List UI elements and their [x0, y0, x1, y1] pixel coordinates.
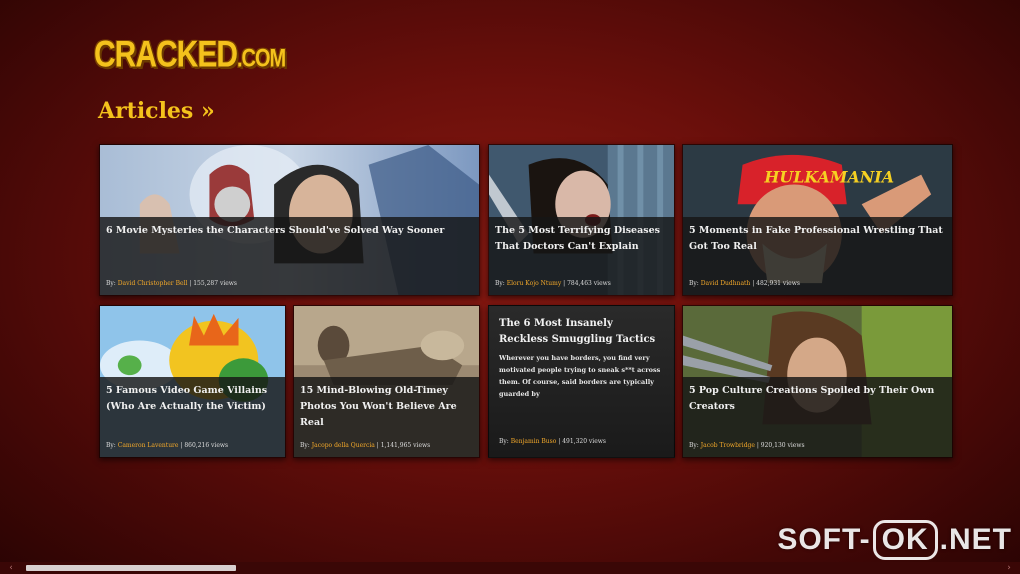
article-byline: By: David Christopher Bell | 155,287 vie… — [106, 280, 238, 287]
author-name: Benjamin Buso — [510, 438, 557, 445]
bandana-text: HULKAMANIA — [763, 168, 894, 187]
author-name: Jacob Trowbridge — [700, 442, 755, 449]
scrollbar-thumb[interactable] — [26, 565, 236, 571]
article-tile-fake-wrestling[interactable]: HULKAMANIA 5 Moments in Fake Professiona… — [682, 144, 953, 296]
article-title: 5 Famous Video Game Villains (Who Are Ac… — [106, 385, 268, 412]
view-count: 920,130 views — [760, 442, 805, 449]
article-title: 5 Pop Culture Creations Spoiled by Their… — [689, 385, 935, 412]
article-byline: By: Jacob Trowbridge | 920,130 views — [689, 442, 805, 449]
byline-prefix: By: — [300, 442, 310, 449]
article-excerpt: Wherever you have borders, you find very… — [499, 354, 661, 398]
view-count: 491,320 views — [562, 438, 606, 445]
view-count: 482,931 views — [756, 280, 800, 287]
article-byline: By: Benjamin Buso | 491,320 views — [499, 438, 606, 445]
view-count: 155,287 views — [193, 280, 238, 287]
author-name: Cameron Laventure — [117, 442, 179, 449]
cracked-logo[interactable]: CRACKED.COM — [94, 34, 286, 77]
byline-prefix: By: — [689, 280, 699, 287]
author-name: David Christopher Bell — [117, 280, 188, 287]
watermark: SOFT- OK .NET — [777, 520, 1012, 560]
watermark-ok: OK — [872, 520, 938, 560]
article-byline: By: Cameron Laventure | 860,216 views — [106, 442, 229, 449]
scroll-right-icon[interactable]: › — [1002, 562, 1016, 574]
byline-prefix: By: — [495, 280, 505, 287]
view-count: 784,463 views — [567, 280, 611, 287]
article-tile-pop-culture-spoiled[interactable]: 5 Pop Culture Creations Spoiled by Their… — [682, 305, 953, 458]
horizontal-scrollbar[interactable]: ‹ › — [0, 562, 1020, 574]
article-byline: By: David Dudhnath | 482,931 views — [689, 280, 800, 287]
article-title: 5 Moments in Fake Professional Wrestling… — [689, 225, 943, 252]
article-caption: 6 Movie Mysteries the Characters Should'… — [100, 217, 479, 295]
logo-domain: .COM — [237, 45, 286, 73]
article-caption: 15 Mind-Blowing Old-Timey Photos You Won… — [294, 377, 479, 457]
article-tile-old-timey-photos[interactable]: 15 Mind-Blowing Old-Timey Photos You Won… — [293, 305, 480, 458]
article-caption: The 5 Most Terrifying Diseases That Doct… — [489, 217, 674, 295]
byline-prefix: By: — [689, 442, 699, 449]
article-title: The 6 Most Insanely Reckless Smuggling T… — [499, 318, 656, 345]
article-title: 15 Mind-Blowing Old-Timey Photos You Won… — [300, 385, 457, 428]
article-byline: By: Jacopo della Quercia | 1,141,965 vie… — [300, 442, 431, 449]
article-tile-video-game-villains[interactable]: 5 Famous Video Game Villains (Who Are Ac… — [99, 305, 286, 458]
article-byline: By: Eloru Kojo Ntumy | 784,463 views — [495, 280, 611, 287]
view-count: 860,216 views — [184, 442, 229, 449]
view-count: 1,141,965 views — [380, 442, 431, 449]
logo-text: CRACKED — [94, 34, 238, 76]
article-tile-movie-mysteries[interactable]: 6 Movie Mysteries the Characters Should'… — [99, 144, 480, 296]
scroll-left-icon[interactable]: ‹ — [4, 562, 18, 574]
article-tile-terrifying-diseases[interactable]: The 5 Most Terrifying Diseases That Doct… — [488, 144, 675, 296]
byline-prefix: By: — [106, 280, 116, 287]
article-caption: 5 Pop Culture Creations Spoiled by Their… — [683, 377, 952, 457]
byline-prefix: By: — [499, 438, 509, 445]
article-tile-smuggling-tactics[interactable]: The 6 Most Insanely Reckless Smuggling T… — [488, 305, 675, 458]
article-title: 6 Movie Mysteries the Characters Should'… — [106, 225, 445, 236]
watermark-right: .NET — [939, 523, 1012, 556]
article-caption: 5 Famous Video Game Villains (Who Are Ac… — [100, 377, 285, 457]
article-title: The 5 Most Terrifying Diseases That Doct… — [495, 225, 660, 252]
author-name: David Dudhnath — [700, 280, 751, 287]
article-caption: 5 Moments in Fake Professional Wrestling… — [683, 217, 952, 295]
byline-prefix: By: — [106, 442, 116, 449]
author-name: Jacopo della Quercia — [311, 442, 375, 449]
articles-heading-link[interactable]: Articles » — [98, 98, 215, 124]
author-name: Eloru Kojo Ntumy — [506, 280, 562, 287]
watermark-left: SOFT- — [777, 523, 871, 556]
